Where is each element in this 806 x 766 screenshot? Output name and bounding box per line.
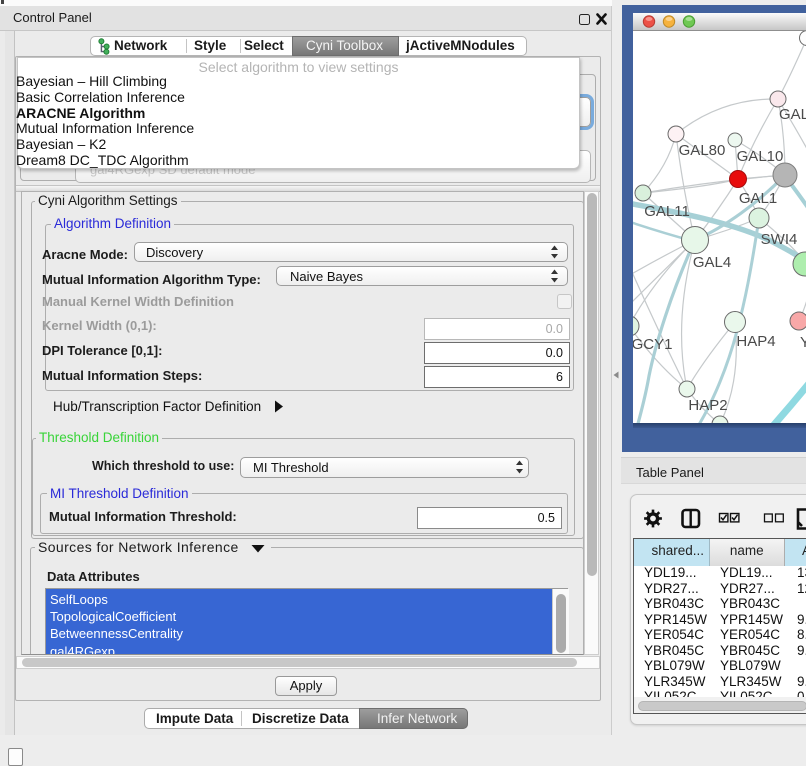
svg-text:GAL1: GAL1: [739, 190, 777, 207]
svg-text:GAL10: GAL10: [737, 148, 784, 165]
svg-text:GAL4: GAL4: [693, 254, 731, 271]
svg-text:GAL11: GAL11: [644, 203, 690, 220]
svg-text:GCY1: GCY1: [633, 336, 672, 353]
svg-text:GAL80: GAL80: [679, 142, 726, 159]
svg-text:GAL7: GAL7: [779, 106, 806, 123]
svg-text:SWI4: SWI4: [761, 231, 798, 248]
svg-text:HAP2: HAP2: [688, 397, 727, 414]
svg-text:YP: YP: [800, 334, 806, 351]
svg-text:HAP4: HAP4: [736, 333, 775, 350]
